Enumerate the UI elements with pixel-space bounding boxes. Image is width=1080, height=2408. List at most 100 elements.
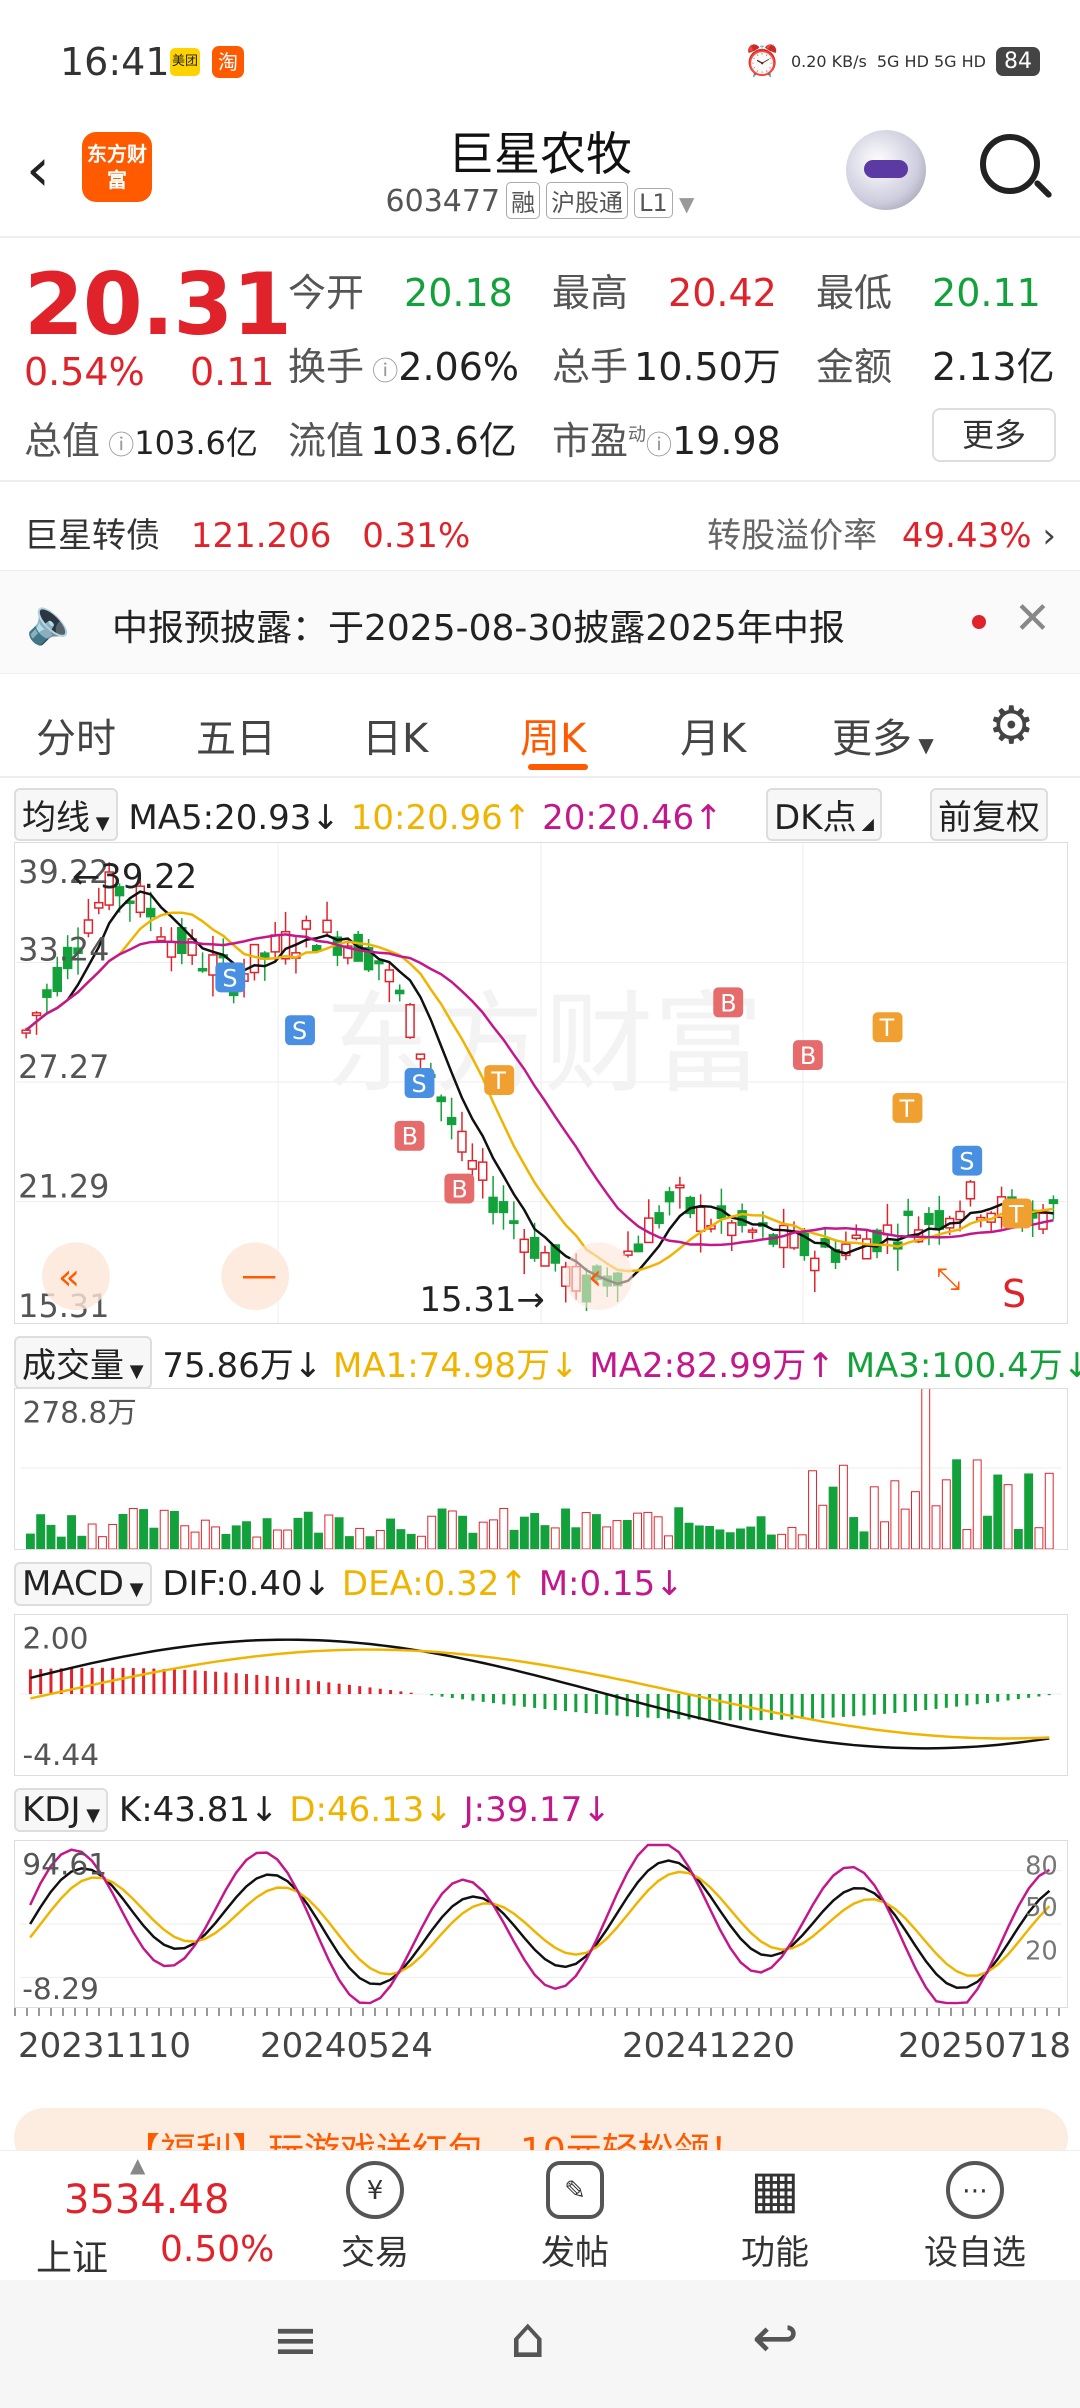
index-widget[interactable]: ▲ 3534.48 上证 0.50% xyxy=(30,2153,280,2279)
trade-marker-label: T xyxy=(490,1067,506,1095)
x-tick-2: 20240524 xyxy=(260,2026,434,2066)
candle-body xyxy=(467,1159,478,1170)
candle-body xyxy=(519,1238,529,1253)
conversion-premium[interactable]: 转股溢价率 49.43% › xyxy=(707,508,1056,557)
add-watchlist-button[interactable]: ⋯ 设自选 xyxy=(900,2161,1050,2274)
post-button[interactable]: ✎ 发帖 xyxy=(500,2161,650,2274)
volume-bar xyxy=(684,1522,694,1549)
dk-point-button[interactable]: DK点 ◢ xyxy=(766,788,882,841)
volume-bar xyxy=(828,1486,838,1549)
adjust-button[interactable]: 前复权 xyxy=(930,788,1048,841)
convertible-bond-row[interactable]: 巨星转债 121.206 0.31% xyxy=(24,508,470,557)
more-quote-button[interactable]: 更多 xyxy=(932,408,1056,462)
network-speed: 0.20 KB/s xyxy=(790,52,867,71)
candle-body xyxy=(934,1210,945,1230)
volume-bar xyxy=(519,1516,529,1549)
bottom-toolbar: ▲ 3534.48 上证 0.50% ¥ 交易 ✎ 发帖 ▦ 功能 ⋯ 设自选 xyxy=(0,2150,1080,2280)
tab-five-day[interactable]: 五日 xyxy=(196,706,276,764)
trade-marker-label: T xyxy=(1008,1200,1024,1228)
volume-ma1: MA1:74.98万 xyxy=(333,1346,551,1386)
tabs-divider xyxy=(0,776,1080,778)
tab-daily[interactable]: 日K xyxy=(362,706,428,764)
macd-y-min: -4.44 xyxy=(22,1738,99,1772)
functions-button[interactable]: ▦ 功能 xyxy=(700,2161,850,2274)
candle-body xyxy=(747,1229,758,1233)
sell-s-icon: S xyxy=(1002,1272,1026,1316)
volume-bar xyxy=(468,1532,478,1549)
close-icon[interactable]: ✕ xyxy=(1014,593,1051,644)
volume-bar xyxy=(890,1480,900,1549)
price-change: 0.11 xyxy=(190,350,275,394)
tab-intraday[interactable]: 分时 xyxy=(36,706,116,764)
volume-bar xyxy=(190,1531,200,1549)
trade-marker-label: B xyxy=(402,1123,418,1151)
volume-bar xyxy=(293,1517,303,1549)
volume-bar xyxy=(1044,1472,1054,1549)
candle-body xyxy=(42,989,52,998)
candle-body xyxy=(322,919,332,933)
kline-chart[interactable]: 东方财富 39.22 33.24 27.27 21.29 15.31 ←39.2… xyxy=(14,842,1068,1324)
candle-body xyxy=(270,934,280,953)
tab-weekly[interactable]: 周K xyxy=(520,706,586,764)
volume-bar xyxy=(36,1514,46,1549)
volume-bar xyxy=(375,1529,385,1549)
volume-bar xyxy=(633,1512,643,1549)
volume-bar xyxy=(993,1474,1003,1549)
chevron-right-icon: › xyxy=(1042,516,1056,556)
back-icon[interactable]: ↩ xyxy=(752,2306,799,2371)
macd-chart[interactable]: 2.00 -4.44 xyxy=(14,1614,1068,1776)
tab-more[interactable]: 更多 ▼ xyxy=(832,706,934,764)
assistant-robot-icon[interactable] xyxy=(846,130,926,210)
volume-bar xyxy=(1034,1527,1044,1549)
candle-body xyxy=(509,1220,519,1225)
kdj-selector[interactable]: KDJ ▼ xyxy=(14,1788,109,1832)
volume-bar xyxy=(705,1525,715,1549)
settings-gear-icon[interactable]: ⚙ xyxy=(988,696,1035,756)
kdj-chart[interactable]: 94.61 -8.29 80 50 20 xyxy=(14,1840,1068,2008)
volume-bar xyxy=(880,1521,890,1549)
volume-bar xyxy=(417,1535,426,1549)
tab-monthly[interactable]: 月K xyxy=(680,706,746,764)
volume-bar xyxy=(180,1525,190,1549)
more-dots-icon: ⋯ xyxy=(946,2161,1004,2219)
home-icon[interactable]: ⌂ xyxy=(510,2306,546,2371)
quote-high: 最高 20.42 xyxy=(552,271,777,315)
macd-selector[interactable]: MACD ▼ xyxy=(14,1562,152,1606)
volume-bar xyxy=(427,1515,437,1549)
volume-selector[interactable]: 成交量 ▼ xyxy=(14,1336,152,1389)
notice-bar[interactable]: 🔈 中报预披露：于2025-08-30披露2025年中报 ✕ xyxy=(0,570,1080,674)
quote-total-value: 总值 ⓘ103.6亿 xyxy=(24,419,258,463)
candle-body xyxy=(695,1206,706,1232)
volume-bar xyxy=(818,1504,828,1549)
status-bar: 16:41 美团 淘 ⏰ 0.20 KB/s 5G HD 5G HD 84 xyxy=(0,0,1080,120)
expand-icon[interactable]: ⤡ xyxy=(936,1262,960,1297)
volume-bar xyxy=(756,1516,766,1549)
volume-bar xyxy=(612,1520,622,1549)
search-icon[interactable] xyxy=(980,134,1040,194)
volume-bar xyxy=(962,1529,972,1549)
volume-bar xyxy=(25,1533,35,1549)
candle-body xyxy=(31,1012,42,1017)
meituan-app-icon: 美团 xyxy=(170,48,200,76)
quote-low: 最低 20.11 xyxy=(816,271,1041,315)
kdj-k: K:43.81 xyxy=(118,1790,250,1830)
trade-button[interactable]: ¥ 交易 xyxy=(300,2161,450,2274)
volume-bar xyxy=(128,1508,138,1549)
ma-selector[interactable]: 均线 ▼ xyxy=(14,788,118,841)
volume-chart[interactable]: 278.8万 xyxy=(14,1388,1068,1550)
candle-body xyxy=(965,1181,976,1200)
candle-body xyxy=(664,1191,675,1203)
volume-bar xyxy=(591,1514,601,1549)
volume-bar xyxy=(581,1512,591,1549)
kdj-right-80: 80 xyxy=(1025,1852,1058,1882)
menu-icon[interactable]: ≡ xyxy=(272,2308,319,2373)
volume-bar xyxy=(478,1521,488,1549)
candle-body xyxy=(861,1238,872,1260)
candle-body xyxy=(924,1212,934,1225)
volume-bar xyxy=(746,1526,756,1549)
candle-body xyxy=(633,1243,644,1253)
volume-bar xyxy=(777,1533,787,1549)
candle-body xyxy=(197,968,208,972)
candle-body xyxy=(415,1053,426,1060)
candle-body xyxy=(623,1250,633,1256)
